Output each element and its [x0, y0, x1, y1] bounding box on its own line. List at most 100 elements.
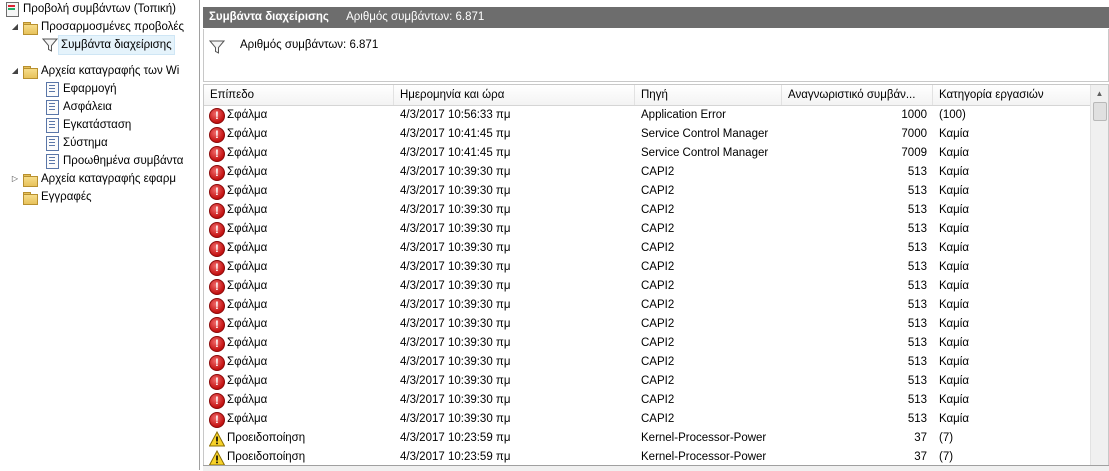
collapse-arrow-icon[interactable]: ◢ — [10, 62, 20, 80]
cell-date: 4/3/2017 10:39:30 πμ — [400, 410, 630, 429]
log-icon — [44, 99, 60, 115]
table-row[interactable]: Σφάλμα4/3/2017 10:39:30 πμCAPI2513Καμία — [204, 334, 1091, 353]
cell-level: Σφάλμα — [209, 144, 394, 163]
event-count: Αριθμός συμβάντων: 6.871 — [346, 11, 484, 23]
cell-source: CAPI2 — [641, 182, 781, 201]
cell-date: 4/3/2017 10:39:30 πμ — [400, 182, 630, 201]
log-icon — [44, 81, 60, 97]
cell-level: Σφάλμα — [209, 353, 394, 372]
tree-item-label: Προσαρμοσμένες προβολές — [41, 18, 184, 36]
level-label: Σφάλμα — [227, 372, 267, 391]
table-row[interactable]: Σφάλμα 4/3/2017 10:39:30 πμ CAPI2513 Καμία — [204, 296, 1091, 315]
cell-event-id: 513 — [782, 239, 927, 258]
error-icon — [209, 203, 225, 219]
cell-source: CAPI2 — [641, 372, 781, 391]
level-label: Σφάλμα — [227, 258, 267, 277]
table-row[interactable]: Σφάλμα4/3/2017 10:39:30 πμCAPI2513Καμία — [204, 239, 1091, 258]
table-row[interactable]: Σφάλμα4/3/2017 10:39:30 πμCAPI2513Καμία — [204, 372, 1091, 391]
events-table: Επίπεδο Ημερομηνία και ώρα Πηγή Αναγνωρι… — [203, 84, 1109, 471]
cell-event-id: 513 — [782, 353, 927, 372]
cell-event-id: 513 — [782, 163, 927, 182]
error-icon — [209, 108, 225, 124]
cell-source: CAPI2 — [641, 163, 781, 182]
table-row[interactable]: Σφάλμα4/3/2017 10:39:30 πμCAPI2513Καμία — [204, 220, 1091, 239]
table-row[interactable]: Σφάλμα4/3/2017 10:39:30 πμCAPI2513Καμία — [204, 201, 1091, 220]
tree-item-custom-views[interactable]: ◢ Προσαρμοσμένες προβολές — [10, 18, 184, 36]
column-header-date[interactable]: Ημερομηνία και ώρα — [394, 85, 635, 105]
scroll-up-icon[interactable]: ▲ — [1091, 85, 1108, 102]
level-label: Σφάλμα — [227, 239, 267, 258]
cell-source: CAPI2 — [641, 258, 781, 277]
table-row[interactable]: Σφάλμα4/3/2017 10:41:45 πμService Contro… — [204, 125, 1091, 144]
folder-icon — [22, 19, 38, 35]
column-header-source[interactable]: Πηγή — [635, 85, 782, 105]
cell-level: Σφάλμα — [209, 201, 394, 220]
tree-item-admin-events[interactable]: Συμβάντα διαχείρισης — [42, 36, 174, 54]
warning-icon — [209, 450, 225, 466]
tree-item-forwarded-events[interactable]: Προωθημένα συμβάντα — [44, 152, 183, 170]
table-row[interactable]: Σφάλμα4/3/2017 10:41:45 πμService Contro… — [204, 144, 1091, 163]
tree-item-label: Σύστημα — [63, 134, 108, 152]
scrollbar-thumb[interactable] — [1093, 102, 1107, 121]
level-label: Σφάλμα — [227, 125, 267, 144]
cell-source: Service Control Manager — [641, 125, 781, 144]
tree-item-root[interactable]: Προβολή συμβάντων (Τοπική) — [4, 0, 176, 18]
vertical-scrollbar[interactable]: ▲ — [1090, 85, 1108, 471]
table-row[interactable]: Σφάλμα4/3/2017 10:39:30 πμCAPI2513Καμία — [204, 258, 1091, 277]
tree-item-system[interactable]: Σύστημα — [44, 134, 108, 152]
cell-date: 4/3/2017 10:39:30 πμ — [400, 315, 630, 334]
level-label: Σφάλμα — [227, 391, 267, 410]
table-row[interactable]: Σφάλμα4/3/2017 10:39:30 πμCAPI2513Καμία — [204, 277, 1091, 296]
table-row[interactable]: Προειδοποίηση4/3/2017 10:23:59 πμKernel-… — [204, 429, 1091, 448]
error-icon — [209, 241, 225, 257]
tree-item-security[interactable]: Ασφάλεια — [44, 98, 112, 116]
level-label: Σφάλμα — [227, 182, 267, 201]
error-icon — [209, 298, 225, 314]
column-header-event-id[interactable]: Αναγνωριστικό συμβάν... — [782, 85, 933, 105]
expand-arrow-icon[interactable]: ▷ — [10, 170, 20, 188]
cell-level: Σφάλμα — [209, 296, 394, 315]
tree-item-label: Εγκατάσταση — [63, 116, 131, 134]
cell-task-category: Καμία — [939, 296, 1089, 315]
cell-task-category: Καμία — [939, 125, 1089, 144]
level-label: Σφάλμα — [227, 315, 267, 334]
events-pane: Συμβάντα διαχείρισης Αριθμός συμβάντων: … — [203, 0, 1109, 470]
filter-icon — [42, 37, 58, 53]
log-icon — [44, 117, 60, 133]
table-row[interactable]: Σφάλμα4/3/2017 10:39:30 πμCAPI2513Καμία — [204, 182, 1091, 201]
table-row[interactable]: Σφάλμα4/3/2017 10:39:30 πμCAPI2513Καμία — [204, 353, 1091, 372]
cell-date: 4/3/2017 10:39:30 πμ — [400, 296, 630, 315]
tree-item-windows-logs[interactable]: ◢ Αρχεία καταγραφής των Wi — [10, 62, 179, 80]
column-header-task-category[interactable]: Κατηγορία εργασιών — [933, 85, 1091, 105]
cell-date: 4/3/2017 10:39:30 πμ — [400, 220, 630, 239]
table-row[interactable]: Σφάλμα4/3/2017 10:39:30 πμCAPI2513Καμία — [204, 410, 1091, 429]
cell-event-id: 513 — [782, 296, 927, 315]
tree-item-label: Προβολή συμβάντων (Τοπική) — [23, 0, 176, 18]
error-icon — [209, 412, 225, 428]
cell-task-category: Καμία — [939, 163, 1089, 182]
tree-item-app-services-logs[interactable]: ▷ Αρχεία καταγραφής εφαρμ — [10, 170, 176, 188]
table-body: Σφάλμα4/3/2017 10:56:33 πμApplication Er… — [204, 106, 1091, 471]
pane-splitter[interactable] — [203, 465, 1109, 471]
cell-date: 4/3/2017 10:39:30 πμ — [400, 391, 630, 410]
cell-source: Application Error — [641, 106, 781, 125]
error-icon — [209, 393, 225, 409]
filter-description: Αριθμός συμβάντων: 6.871 — [240, 39, 378, 51]
table-row[interactable]: Σφάλμα4/3/2017 10:39:30 πμCAPI2513Καμία — [204, 163, 1091, 182]
cell-source: CAPI2 — [641, 296, 781, 315]
level-label: Σφάλμα — [227, 201, 267, 220]
tree-item-label: Συμβάντα διαχείρισης — [59, 36, 174, 54]
table-row[interactable]: Σφάλμα4/3/2017 10:56:33 πμApplication Er… — [204, 106, 1091, 125]
cell-task-category: Καμία — [939, 239, 1089, 258]
tree-item-setup[interactable]: Εγκατάσταση — [44, 116, 131, 134]
tree-item-label: Ασφάλεια — [63, 98, 112, 116]
tree-item-application[interactable]: Εφαρμογή — [44, 80, 117, 98]
cell-source: CAPI2 — [641, 239, 781, 258]
cell-level: Σφάλμα — [209, 410, 394, 429]
table-row[interactable]: Σφάλμα4/3/2017 10:39:30 πμCAPI2513Καμία — [204, 391, 1091, 410]
tree-item-subscriptions[interactable]: Εγγραφές — [22, 188, 92, 206]
collapse-arrow-icon[interactable]: ◢ — [10, 18, 20, 36]
column-header-level[interactable]: Επίπεδο — [204, 85, 394, 105]
table-row[interactable]: Σφάλμα4/3/2017 10:39:30 πμCAPI2513Καμία — [204, 315, 1091, 334]
level-label: Σφάλμα — [227, 220, 267, 239]
